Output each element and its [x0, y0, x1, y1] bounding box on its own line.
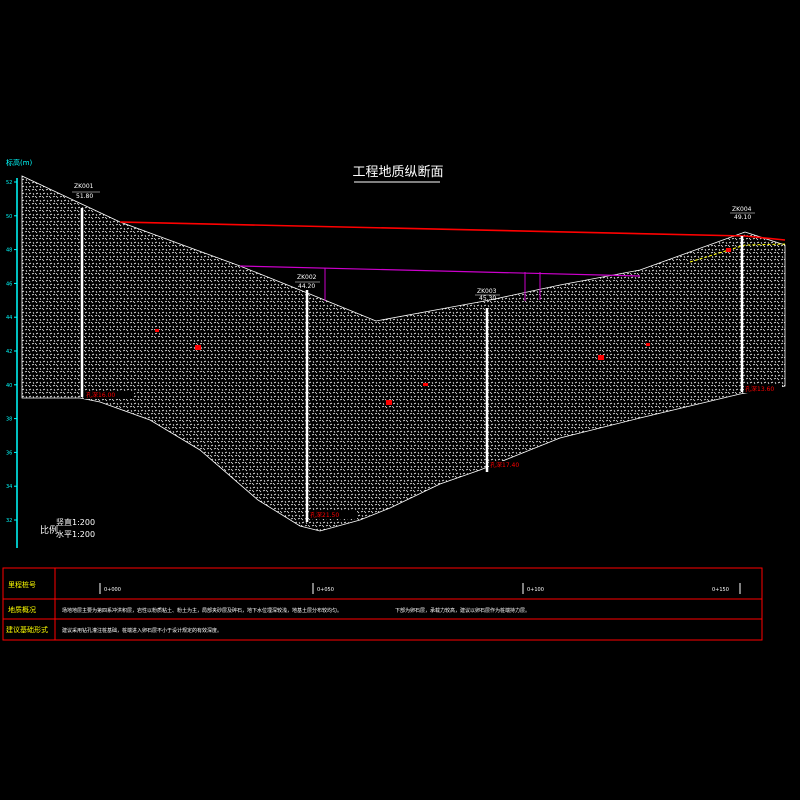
elevation-tick-label: 32: [6, 518, 12, 524]
geology-text-2: 下部为卵石层，承载力较高，建议以卵石层作为桩端持力层。: [395, 607, 530, 614]
station-ticks: [99, 583, 741, 594]
svg-text:孔深13.60: 孔深13.60: [745, 385, 774, 393]
svg-text:ZK003: ZK003: [477, 288, 497, 295]
elevation-ticks: 52 50 48 46 44 42 40 38 36 34 32: [6, 180, 17, 524]
svg-text:孔深21.50: 孔深21.50: [310, 511, 339, 519]
elevation-tick-label: 50: [6, 214, 12, 220]
station-2: 0+050: [317, 587, 334, 593]
svg-text:49.10: 49.10: [734, 214, 751, 221]
station-1: 0+000: [104, 587, 121, 593]
svg-text:ZK002: ZK002: [297, 274, 317, 281]
svg-text:51.80: 51.80: [76, 193, 93, 200]
row-label-geology: 地质概况: [8, 605, 36, 614]
scale-horizontal: 水平1:200: [56, 529, 95, 539]
elevation-tick-label: 46: [6, 281, 12, 287]
station-4: 0+150: [712, 587, 729, 593]
elevation-tick-label: 52: [6, 180, 12, 186]
elevation-tick-label: 48: [6, 248, 12, 254]
info-table: 里程桩号 地质概况 建议基础形式 0+000 0+050 0+100 0+150…: [2, 567, 763, 641]
axis-label: 标高(m): [6, 158, 33, 167]
geological-section-drawing: 工程地质纵断面 标高(m) 52 50 48 46 44 42 40 38 36 34 32 ZK0…: [2, 158, 786, 641]
row-label-stations: 里程桩号: [8, 580, 36, 589]
svg-text:44.20: 44.20: [298, 283, 315, 290]
svg-text:孔深17.40: 孔深17.40: [490, 461, 519, 469]
station-3: 0+100: [527, 587, 544, 593]
svg-text:孔深16.00: 孔深16.00: [86, 391, 115, 399]
design-ground-line: [119, 221, 786, 241]
svg-text:45.30: 45.30: [479, 295, 496, 302]
foundation-text: 建议采用钻孔灌注桩基础，桩端进入卵石层不小于设计规定的有效深度。: [62, 627, 222, 634]
elevation-tick-label: 44: [6, 315, 12, 321]
elevation-tick-label: 36: [6, 450, 12, 456]
svg-text:ZK001: ZK001: [74, 183, 94, 190]
elevation-tick-label: 42: [6, 349, 12, 355]
section-title: 工程地质纵断面: [352, 165, 443, 180]
geology-text: 场地地层主要为第四系冲洪积层，岩性以粉质粘土、粉土为主，局部夹砂层及碎石，地下水…: [62, 607, 342, 614]
elevation-tick-label: 38: [6, 417, 12, 423]
svg-text:ZK004: ZK004: [732, 206, 752, 213]
scale-vertical: 竖直1:200: [56, 517, 95, 527]
elevation-tick-label: 40: [6, 383, 12, 389]
row-label-foundation: 建议基础形式: [6, 625, 48, 634]
elevation-tick-label: 34: [6, 484, 12, 490]
soil-body: [21, 175, 786, 532]
